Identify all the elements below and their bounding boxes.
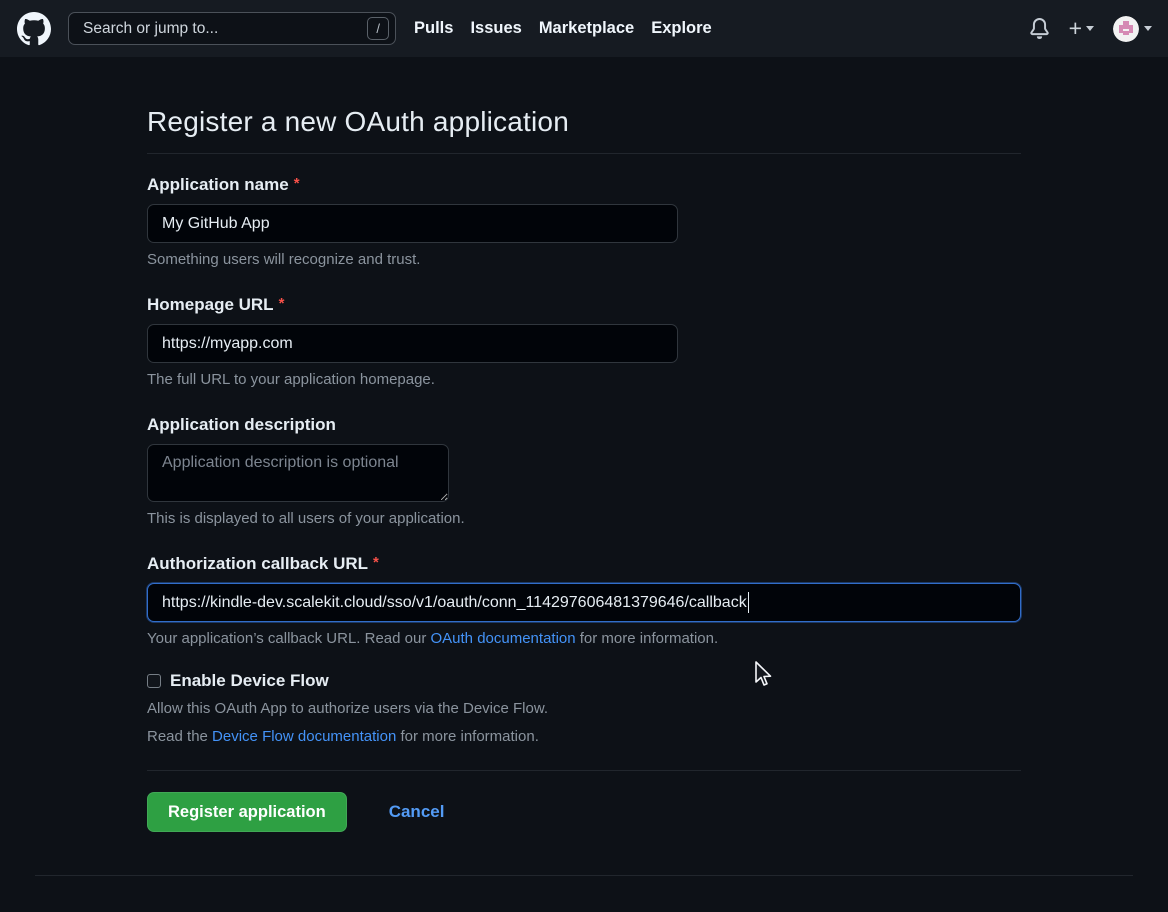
user-menu[interactable] [1113,16,1152,42]
caret-down-icon [1144,26,1152,31]
github-logo-icon[interactable] [16,11,52,47]
plus-icon: + [1069,17,1082,40]
cancel-link[interactable]: Cancel [389,802,445,822]
homepage-url-label: Homepage URL * [147,295,1021,315]
callback-url-value: https://kindle-dev.scalekit.cloud/sso/v1… [162,594,747,612]
application-name-input[interactable] [147,204,678,243]
label-text: Authorization callback URL [147,554,368,573]
device-flow-group: Enable Device Flow Allow this OAuth App … [147,671,1021,745]
application-description-group: Application description This is displaye… [147,415,1021,527]
required-asterisk: * [279,295,285,312]
nav-item-pulls[interactable]: Pulls [414,19,453,38]
register-oauth-form: Register a new OAuth application Applica… [147,57,1021,832]
header-nav: Pulls Issues Marketplace Explore [414,19,712,38]
required-asterisk: * [373,554,379,571]
device-flow-help-line1: Allow this OAuth App to authorize users … [147,700,1021,717]
page-title: Register a new OAuth application [147,106,1021,154]
nav-item-issues[interactable]: Issues [470,19,521,38]
application-name-label: Application name * [147,175,1021,195]
enable-device-flow-checkbox[interactable] [147,674,161,688]
notifications-bell-icon[interactable] [1029,18,1050,39]
callback-url-input[interactable]: https://kindle-dev.scalekit.cloud/sso/v1… [147,583,1021,622]
nav-item-marketplace[interactable]: Marketplace [539,19,634,38]
callback-url-label: Authorization callback URL * [147,554,1021,574]
register-application-button[interactable]: Register application [147,792,347,832]
search-input[interactable] [81,19,367,39]
footer-divider [35,875,1133,876]
oauth-documentation-link[interactable]: OAuth documentation [431,630,576,647]
create-new-menu[interactable]: + [1069,17,1094,40]
application-description-help: This is displayed to all users of your a… [147,510,1021,527]
header-right-controls: + [1029,16,1152,42]
application-description-label: Application description [147,415,1021,435]
required-asterisk: * [294,175,300,192]
callback-url-help: Your application’s callback URL. Read ou… [147,630,1021,647]
help-text: for more information. [576,630,719,647]
avatar [1113,16,1139,42]
device-flow-row: Enable Device Flow [147,671,1021,691]
homepage-url-input[interactable] [147,324,678,363]
label-text: Homepage URL [147,295,274,314]
enable-device-flow-label[interactable]: Enable Device Flow [170,671,329,691]
top-navigation-bar: / Pulls Issues Marketplace Explore + [0,0,1168,57]
homepage-url-help: The full URL to your application homepag… [147,371,1021,388]
label-text: Application name [147,175,289,194]
device-flow-documentation-link[interactable]: Device Flow documentation [212,728,396,745]
application-description-textarea[interactable] [147,444,449,502]
application-name-help: Something users will recognize and trust… [147,251,1021,268]
help-text: for more information. [396,728,539,745]
caret-down-icon [1086,26,1094,31]
form-actions: Register application Cancel [147,770,1021,832]
global-search[interactable]: / [68,12,396,45]
text-caret [748,592,750,613]
device-flow-help-line2: Read the Device Flow documentation for m… [147,728,1021,745]
application-name-group: Application name * Something users will r… [147,175,1021,268]
oauth-register-page: { "header": { "search": { "placeholder":… [0,0,1168,912]
device-flow-notes: Allow this OAuth App to authorize users … [147,700,1021,745]
help-text: Read the [147,728,212,745]
callback-url-group: Authorization callback URL * https://kind… [147,554,1021,647]
search-shortcut-key: / [367,17,389,40]
homepage-url-group: Homepage URL * The full URL to your appli… [147,295,1021,388]
help-text: Your application’s callback URL. Read ou… [147,630,431,647]
nav-item-explore[interactable]: Explore [651,19,712,38]
